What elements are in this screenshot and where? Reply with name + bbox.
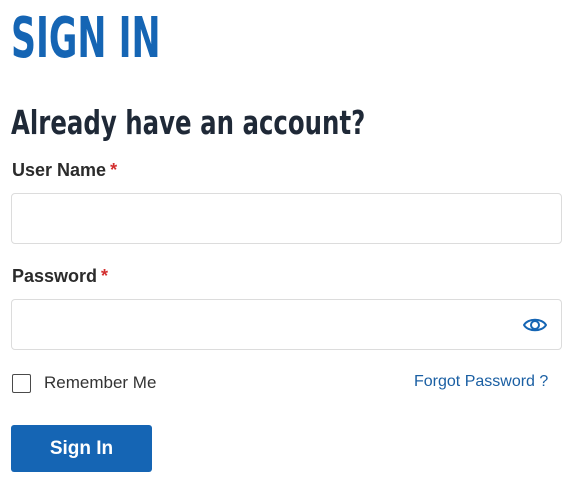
forgot-password-link[interactable]: Forgot Password ? <box>414 373 548 391</box>
username-label-text: User Name <box>12 160 107 180</box>
remember-me-label[interactable]: Remember Me <box>44 373 156 393</box>
sign-in-button[interactable]: Sign In <box>11 425 152 472</box>
username-required-mark: * <box>110 160 118 180</box>
password-input[interactable] <box>11 299 562 350</box>
password-label-text: Password <box>12 266 98 286</box>
remember-me-checkbox[interactable] <box>12 374 31 393</box>
account-subheading: Already have an account? <box>11 103 366 142</box>
username-input[interactable] <box>11 193 562 244</box>
username-label: User Name * <box>12 160 117 181</box>
page-title: SIGN IN <box>11 6 161 71</box>
eye-icon[interactable] <box>522 314 548 336</box>
password-label: Password * <box>12 266 108 287</box>
password-required-mark: * <box>101 266 109 286</box>
